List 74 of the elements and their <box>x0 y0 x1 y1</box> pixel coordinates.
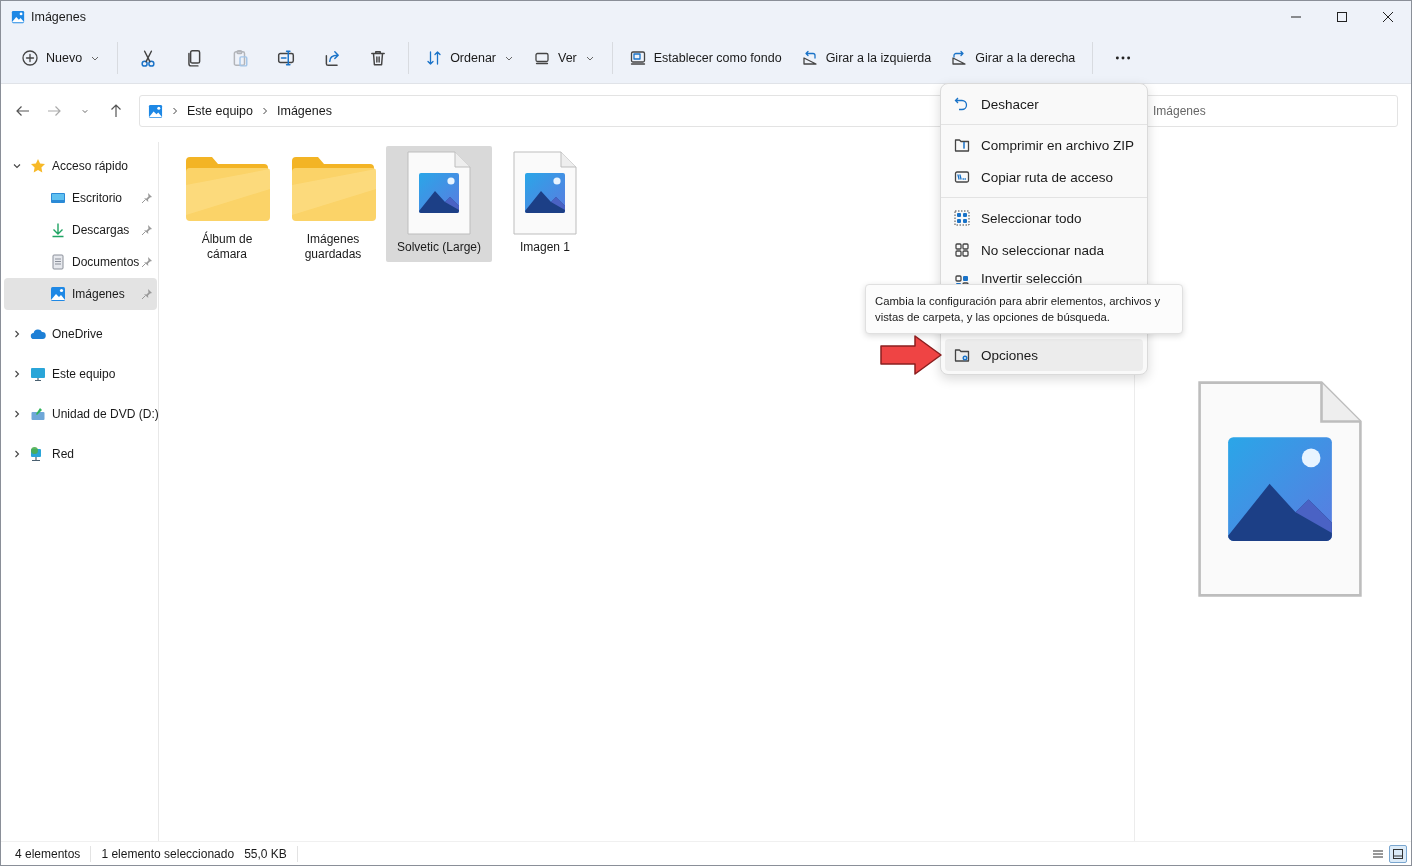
folder-item[interactable]: Álbum de cámara <box>174 146 280 262</box>
sidebar-item[interactable]: Escritorio <box>4 182 157 214</box>
sidebar-item[interactable]: Documentos <box>4 246 157 278</box>
sidebar-item[interactable]: Unidad de DVD (D:) <box>4 398 157 430</box>
scissors-icon <box>139 48 158 67</box>
chevron-right-icon <box>261 107 270 115</box>
chevron-icon[interactable] <box>12 329 22 339</box>
maximize-icon <box>1336 10 1348 23</box>
desktop-icon <box>50 190 66 206</box>
chevron-right-icon <box>171 107 179 115</box>
sidebar-item[interactable]: OneDrive <box>4 318 157 350</box>
item-count: 4 elementos <box>15 846 81 861</box>
chevron-icon[interactable] <box>12 449 22 459</box>
menu-item[interactable]: No seleccionar nada <box>945 234 1143 266</box>
monitor-icon <box>30 366 46 382</box>
rotate-right-button[interactable]: Girar a la derecha <box>942 41 1085 74</box>
sidebar-item[interactable]: Descargas <box>4 214 157 246</box>
undo-icon <box>954 96 970 112</box>
grid-icon <box>954 242 970 258</box>
pictures-icon <box>50 286 66 302</box>
rotate-right-icon <box>951 49 968 66</box>
chevron-icon[interactable] <box>12 369 22 379</box>
download-icon <box>50 222 66 238</box>
folder-item[interactable]: Imágenes guardadas <box>280 146 386 262</box>
star-icon <box>30 158 46 174</box>
large-icons-view-button[interactable] <box>1389 844 1407 863</box>
menu-item[interactable]: Seleccionar todo <box>945 202 1143 234</box>
rotate-left-icon <box>801 49 818 66</box>
clipboard-icon <box>231 48 250 67</box>
sidebar-item[interactable]: Este equipo <box>4 358 157 390</box>
plus-circle-icon <box>22 49 38 66</box>
app-icon <box>11 9 25 24</box>
menu-item[interactable]: Opciones <box>945 339 1143 371</box>
window-title: Imágenes <box>31 9 86 24</box>
sidebar-item[interactable]: Red <box>4 438 157 470</box>
sidebar-item[interactable]: Acceso rápido <box>4 150 157 182</box>
pictures-icon <box>148 103 163 119</box>
tooltip: Cambia la configuración para abrir elementos, archivos y vistas de carpeta, y las opciones de búsqueda. <box>865 284 1183 334</box>
tiles-icon <box>1392 847 1404 860</box>
folder-gear-icon <box>954 347 970 363</box>
share-icon <box>323 48 342 67</box>
file-item[interactable]: Solvetic (Large) <box>386 146 492 262</box>
folder-icon <box>290 155 376 223</box>
chevron-icon[interactable] <box>12 161 22 171</box>
view-button[interactable]: Ver <box>525 41 604 74</box>
disc-icon <box>30 406 46 422</box>
path-icon <box>954 169 970 185</box>
image-file-icon <box>1197 378 1363 600</box>
rename-icon <box>277 48 296 67</box>
image-file-icon <box>407 151 471 235</box>
list-icon <box>1372 847 1384 860</box>
menu-item[interactable]: Copiar ruta de acceso <box>945 161 1143 193</box>
new-button[interactable]: Nuevo <box>13 41 110 74</box>
breadcrumb-item[interactable]: Este equipo <box>187 104 254 118</box>
set-background-button[interactable]: Establecer como fondo <box>620 41 791 74</box>
folder-icon <box>184 155 270 223</box>
wallpaper-icon <box>629 49 646 66</box>
file-item[interactable]: Imagen 1 <box>492 146 598 262</box>
rotate-left-button[interactable]: Girar a la izquierda <box>792 41 941 74</box>
chevron-icon[interactable] <box>12 409 22 419</box>
close-icon <box>1382 10 1394 23</box>
select-all-icon <box>954 210 970 226</box>
document-icon <box>50 254 66 270</box>
sort-icon <box>426 49 443 66</box>
image-file-icon <box>513 151 577 235</box>
zip-folder-icon <box>954 137 970 153</box>
trash-icon <box>369 48 388 67</box>
arrow-icon <box>879 334 943 376</box>
menu-item[interactable]: Comprimir en archivo ZIP <box>945 129 1143 161</box>
breadcrumb-item[interactable]: Imágenes <box>277 104 332 118</box>
sidebar-item[interactable]: Imágenes <box>4 278 157 310</box>
selection-size: 55,0 KB <box>244 846 287 861</box>
selection-count: 1 elemento seleccionado <box>101 846 235 861</box>
sort-button[interactable]: Ordenar <box>417 41 523 74</box>
